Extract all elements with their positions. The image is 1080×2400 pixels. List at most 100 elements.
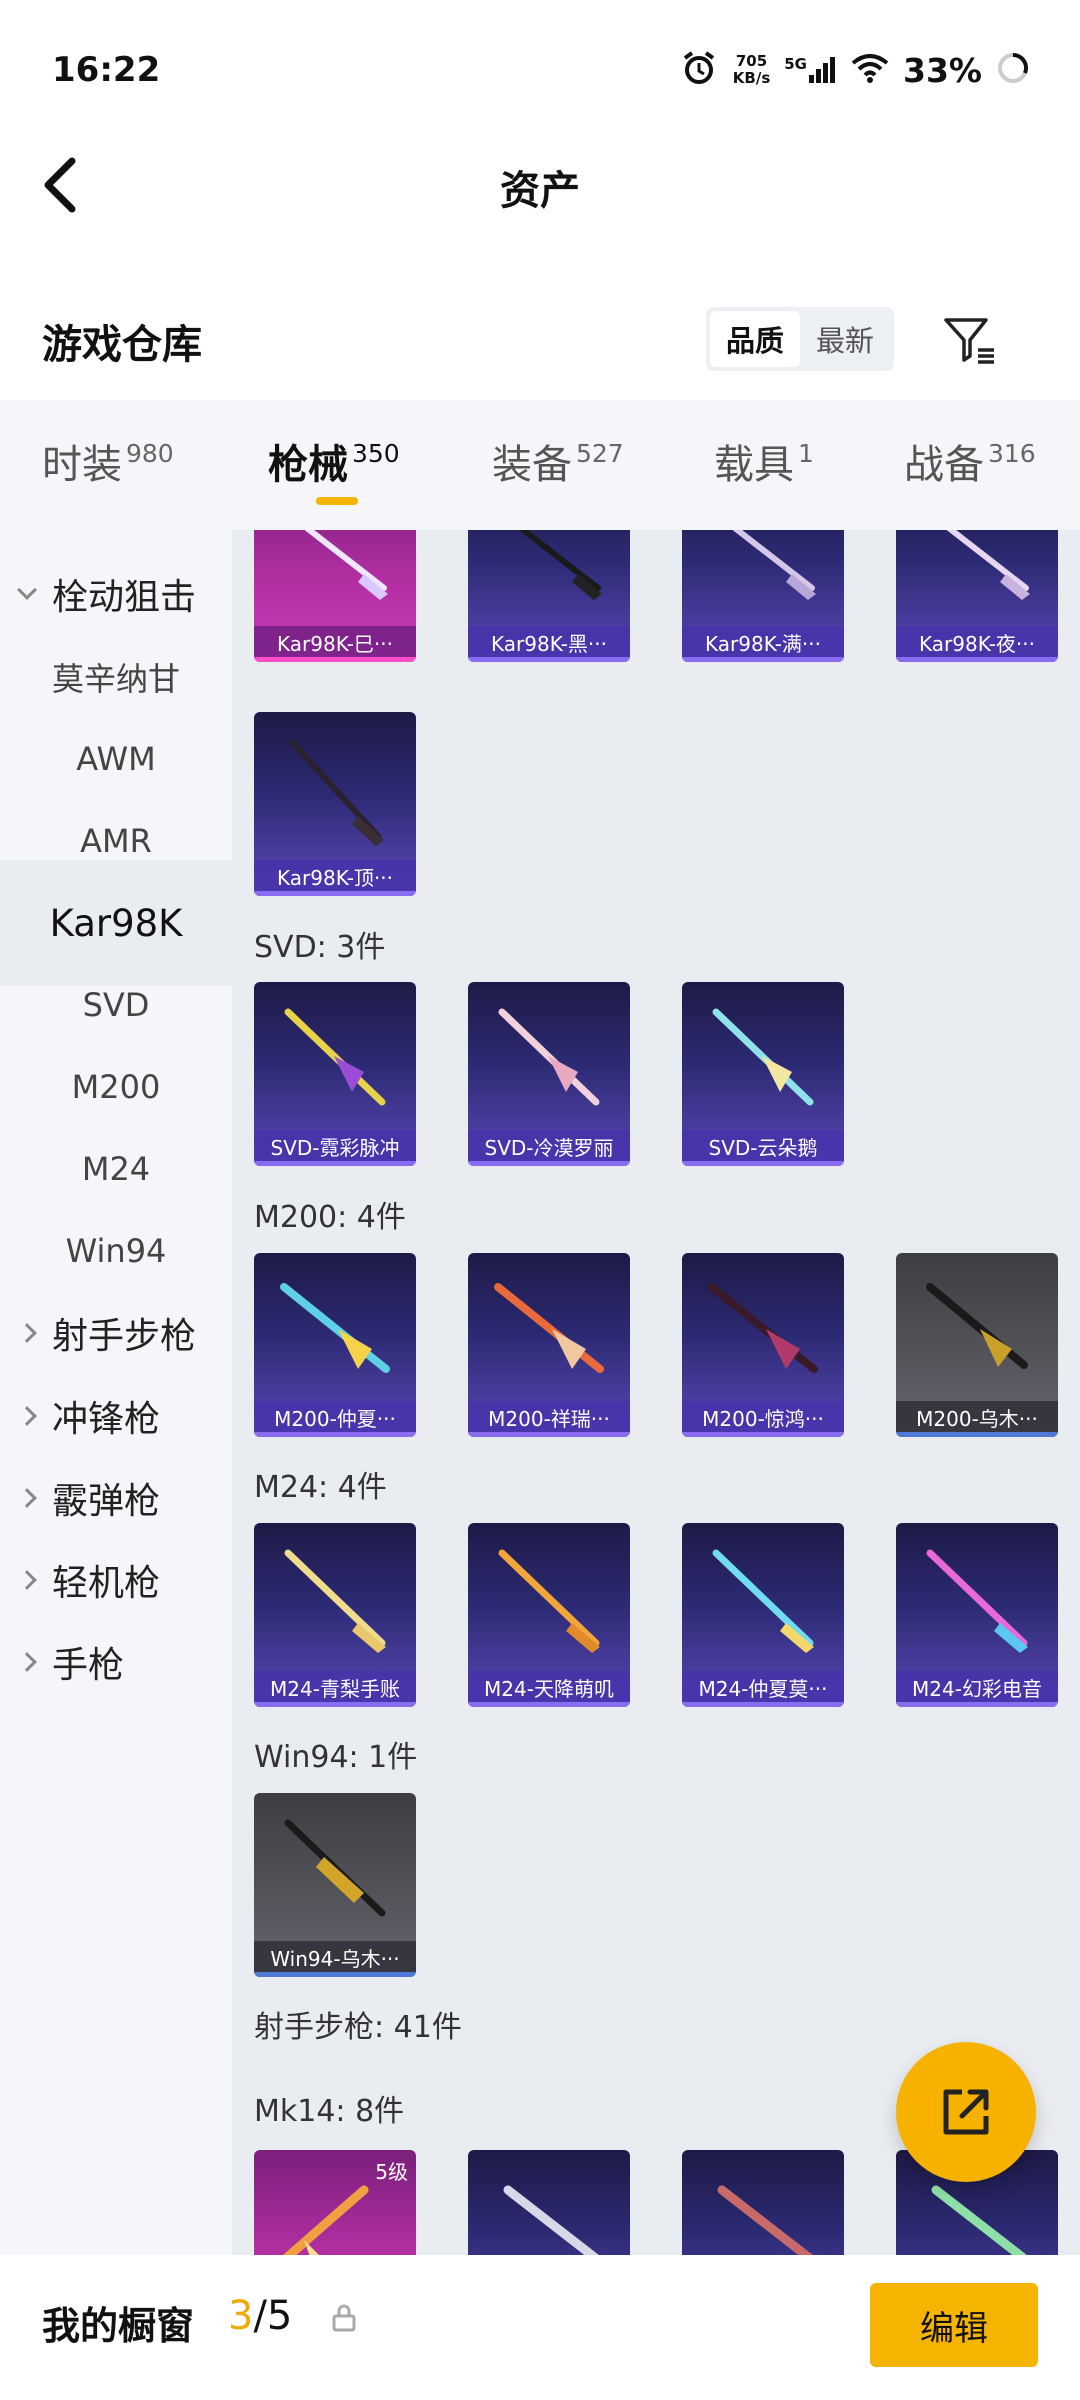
item-card[interactable]: Kar98K-巳··· xyxy=(254,530,416,662)
chevron-right-icon xyxy=(17,1570,37,1590)
rifle-icon xyxy=(712,1549,814,1653)
sidebar-item-label: 射手步枪 xyxy=(52,1316,197,1357)
item-card[interactable]: M200-乌木··· xyxy=(896,1253,1058,1437)
rifle-icon xyxy=(946,530,1030,600)
showcase-count: 3/5 xyxy=(228,2293,292,2339)
sidebar-item-pistol[interactable]: 手枪 xyxy=(0,1599,232,1725)
tab-label: 战备 xyxy=(904,442,984,488)
sidebar-item-label: AMR xyxy=(80,822,152,860)
rifle-icon xyxy=(284,1549,386,1653)
item-card[interactable]: M24-幻彩电音 xyxy=(896,1523,1058,1707)
item-card[interactable]: M24-仲夏莫··· xyxy=(682,1523,844,1707)
status-bar: 16:22 705 KB/s 5G 33% xyxy=(0,0,1080,140)
rarity-bar xyxy=(254,1161,416,1166)
rarity-bar xyxy=(682,1432,844,1437)
sort-quality[interactable]: 品质 xyxy=(710,311,800,367)
item-card[interactable]: M24-青梨手账 xyxy=(254,1523,416,1707)
rarity-bar xyxy=(254,657,416,662)
battery-percent: 33% xyxy=(903,50,982,90)
item-card[interactable]: M24-天降萌叽 xyxy=(468,1523,630,1707)
signal-type: 5G xyxy=(784,55,807,73)
tab-label: 时装 xyxy=(42,442,122,488)
share-button[interactable] xyxy=(896,2042,1036,2182)
item-card[interactable]: SVD-霓彩脉冲 xyxy=(254,982,416,1166)
rifle-icon xyxy=(712,1008,814,1106)
tab-label: 载具 xyxy=(714,442,794,488)
tab-equipment[interactable]: 装备 527 xyxy=(492,432,624,490)
battery-icon xyxy=(996,51,1030,89)
tab-count: 527 xyxy=(576,439,624,468)
item-card[interactable]: M200-仲夏··· xyxy=(254,1253,416,1437)
rifle-icon xyxy=(503,2185,599,2255)
item-card[interactable]: Kar98K-满··· xyxy=(682,530,844,662)
rifle-icon xyxy=(280,1283,390,1373)
group-label-win94: Win94: 1件 xyxy=(254,1740,418,1775)
tab-label: 枪械 xyxy=(268,442,348,488)
tab-count: 316 xyxy=(988,439,1036,468)
rarity-bar xyxy=(254,1972,416,1977)
warehouse-title: 游戏仓库 xyxy=(42,322,202,368)
rifle-icon xyxy=(282,2185,369,2255)
chevron-right-icon xyxy=(17,1406,37,1426)
filter-icon xyxy=(944,318,994,364)
rifle-icon xyxy=(284,1008,386,1106)
tab-fashion[interactable]: 时装 980 xyxy=(42,432,174,490)
rarity-bar xyxy=(896,657,1058,662)
tab-vehicles[interactable]: 载具 1 xyxy=(714,432,814,490)
sidebar-item-label: AWM xyxy=(76,740,156,778)
item-card[interactable]: M200-祥瑞··· xyxy=(468,1253,630,1437)
rarity-bar xyxy=(682,1702,844,1707)
weapon-sidebar: 栓动狙击 莫辛纳甘 AWM AMR Kar98K SVD M200 M24 Wi… xyxy=(0,530,232,2255)
item-card[interactable]: Kar98K-夜··· xyxy=(896,530,1058,662)
group-label-marksman: 射手步枪: 41件 xyxy=(254,2010,462,2045)
wifi-icon xyxy=(851,53,889,87)
rifle-icon xyxy=(289,739,384,846)
item-grid: Kar98K-巳··· Kar98K-黑··· Kar98K-满··· Kar9… xyxy=(232,530,1080,2255)
rifle-icon xyxy=(498,1549,600,1653)
chevron-right-icon xyxy=(17,1323,37,1343)
item-card[interactable]: Win94-乌木··· xyxy=(254,1793,416,1977)
item-card[interactable]: Kar98K-黑··· xyxy=(468,530,630,662)
lock-button[interactable] xyxy=(330,2303,358,2333)
rifle-icon xyxy=(732,530,816,600)
rarity-bar xyxy=(896,1432,1058,1437)
rifle-icon xyxy=(926,1283,1028,1369)
sidebar-item-label: 栓动狙击 xyxy=(52,577,197,618)
sidebar-item-label: 手枪 xyxy=(52,1645,125,1686)
share-icon xyxy=(943,2089,989,2135)
tab-guns[interactable]: 枪械 350 xyxy=(268,432,400,490)
category-tabs: 时装 980 枪械 350 装备 527 载具 1 战备 316 xyxy=(0,400,1080,530)
warehouse-header: 游戏仓库 品质 最新 xyxy=(0,300,1080,380)
showcase-current: 3 xyxy=(228,2293,254,2339)
signal-icon: 5G xyxy=(784,55,837,83)
showcase-title: 我的橱窗 xyxy=(42,2304,195,2348)
tab-supplies[interactable]: 战备 316 xyxy=(904,432,1036,490)
alarm-icon xyxy=(679,48,719,92)
sort-newest[interactable]: 最新 xyxy=(800,311,890,367)
group-label-m24: M24: 4件 xyxy=(254,1470,387,1505)
showcase-total: /5 xyxy=(253,2293,293,2339)
rifle-icon xyxy=(498,1008,600,1106)
rarity-bar xyxy=(468,1432,630,1437)
showcase-bar: 我的橱窗 3/5 编辑 xyxy=(0,2255,1080,2400)
item-card[interactable]: SVD-云朵鹅 xyxy=(682,982,844,1166)
app-header: 资产 xyxy=(0,140,1080,230)
sidebar-item-label: SVD xyxy=(82,986,150,1024)
rarity-bar xyxy=(468,1702,630,1707)
edit-button[interactable]: 编辑 xyxy=(870,2283,1038,2367)
sidebar-item-label: Kar98K xyxy=(49,901,183,945)
tab-count: 980 xyxy=(126,439,174,468)
sidebar-item-label: M200 xyxy=(71,1068,161,1106)
group-label-mk14: Mk14: 8件 xyxy=(254,2094,405,2129)
filter-button[interactable] xyxy=(940,310,1000,370)
item-card[interactable]: Kar98K-顶··· xyxy=(254,712,416,896)
item-card[interactable]: M200-惊鸿··· xyxy=(682,1253,844,1437)
rifle-icon xyxy=(708,1283,818,1373)
item-card[interactable] xyxy=(682,2150,844,2255)
net-speed-unit: KB/s xyxy=(732,69,771,87)
item-card[interactable] xyxy=(468,2150,630,2255)
item-card[interactable]: 5级 xyxy=(254,2150,416,2255)
sidebar-item-label: M24 xyxy=(81,1150,151,1188)
item-card[interactable]: SVD-冷漠罗丽 xyxy=(468,982,630,1166)
rarity-bar xyxy=(682,657,844,662)
